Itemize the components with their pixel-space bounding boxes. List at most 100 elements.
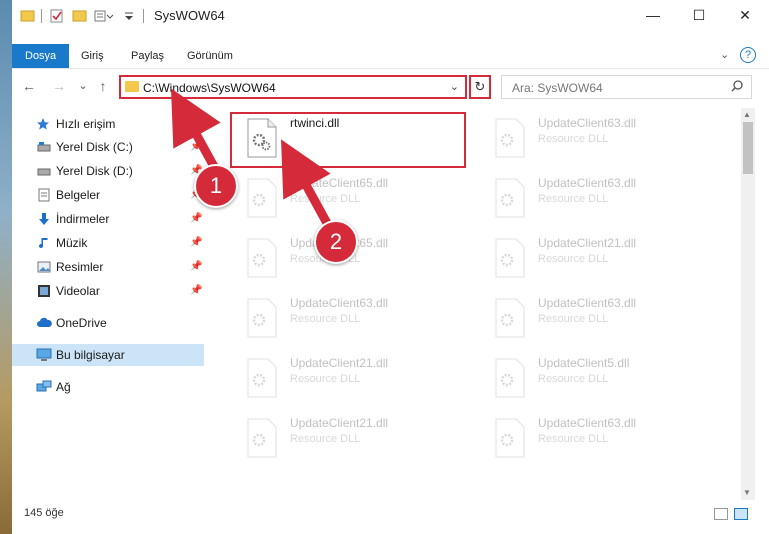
music-icon bbox=[39, 238, 48, 249]
file-item[interactable]: UpdateClient63.dll Resource DLL bbox=[480, 412, 710, 462]
scroll-up-icon[interactable]: ▲ bbox=[743, 110, 751, 119]
file-type: Resource DLL bbox=[538, 373, 609, 385]
minimize-button[interactable]: — bbox=[630, 0, 676, 31]
address-dropdown-icon[interactable]: ⌄ bbox=[450, 80, 459, 93]
sidebar-item-label: Hızlı erişim bbox=[56, 117, 116, 131]
sidebar-item-downloads[interactable]: İndirmeler 📌 bbox=[12, 208, 204, 230]
sidebar-item-onedrive[interactable]: OneDrive bbox=[12, 312, 204, 334]
pin-icon[interactable]: 📌 bbox=[190, 232, 202, 254]
customize-toolbar-icon[interactable] bbox=[94, 8, 114, 24]
refresh-button[interactable]: ↻ bbox=[469, 75, 491, 99]
up-button[interactable]: ↑ bbox=[94, 77, 112, 95]
ribbon-tabs: Dosya Giriş Paylaş Görünüm ⌄ ? bbox=[12, 44, 769, 69]
recent-locations-button[interactable]: ⌄ bbox=[74, 77, 92, 95]
ribbon-expand-icon[interactable]: ⌄ bbox=[720, 48, 729, 61]
large-icons-view-icon[interactable] bbox=[734, 508, 748, 520]
details-view-icon[interactable] bbox=[714, 508, 728, 520]
sidebar-item-videos[interactable]: Videolar 📌 bbox=[12, 280, 204, 302]
search-box[interactable]: Ara: SysWOW64 bbox=[501, 75, 752, 99]
file-item[interactable]: UpdateClient63.dll Resource DLL bbox=[232, 292, 462, 342]
file-item[interactable]: UpdateClient21.dll Resource DLL bbox=[480, 232, 710, 282]
sidebar-item-network[interactable]: Ağ bbox=[12, 376, 204, 398]
pictures-icon bbox=[37, 261, 51, 273]
file-item[interactable]: UpdateClient21.dll Resource DLL bbox=[232, 352, 462, 402]
maximize-button[interactable]: ☐ bbox=[676, 0, 722, 31]
file-type: Resource DLL bbox=[290, 373, 361, 385]
help-icon[interactable]: ? bbox=[740, 47, 756, 63]
navigation-pane: Hızlı erişim Yerel Disk (C:) 📌 Yerel Dis… bbox=[12, 108, 206, 500]
dll-file-icon bbox=[495, 238, 525, 278]
new-folder-icon[interactable] bbox=[72, 8, 88, 24]
sidebar-item-quick-access[interactable]: Hızlı erişim bbox=[12, 113, 204, 135]
item-count: 145 öğe bbox=[24, 507, 64, 519]
sidebar-item-this-pc[interactable]: Bu bilgisayar bbox=[12, 344, 204, 366]
dll-file-icon bbox=[247, 358, 277, 398]
scrollbar-thumb[interactable] bbox=[743, 122, 753, 174]
dll-file-icon bbox=[495, 418, 525, 458]
file-type: Resource DLL bbox=[538, 253, 609, 265]
file-item[interactable]: UpdateClient63.dll Resource DLL bbox=[480, 112, 710, 162]
back-button[interactable]: ← bbox=[20, 77, 38, 95]
sidebar-item-label: Bu bilgisayar bbox=[56, 348, 125, 362]
sidebar-item-label: Belgeler bbox=[56, 188, 101, 202]
folder-icon bbox=[125, 81, 139, 92]
star-icon bbox=[37, 118, 49, 130]
file-name: UpdateClient5.dll bbox=[538, 356, 630, 370]
sidebar-item-pictures[interactable]: Resimler 📌 bbox=[12, 256, 204, 278]
search-placeholder: Ara: SysWOW64 bbox=[512, 81, 603, 95]
tab-file[interactable]: Dosya bbox=[12, 44, 70, 68]
sidebar-item-disk-c[interactable]: Yerel Disk (C:) 📌 bbox=[12, 136, 204, 158]
explorer-window: SysWOW64 — ☐ ✕ Dosya Giriş Paylaş Görünü… bbox=[12, 0, 769, 534]
address-toolbar: ← → ⌄ ↑ C:\Windows\SysWOW64 ⌄ ↻ Ara: Sys… bbox=[12, 73, 769, 101]
close-button[interactable]: ✕ bbox=[722, 0, 768, 31]
file-item[interactable]: UpdateClient65.dll Resource DLL bbox=[232, 172, 462, 222]
drive-icon bbox=[37, 142, 51, 152]
dll-file-icon bbox=[495, 358, 525, 398]
video-icon bbox=[38, 285, 50, 297]
properties-icon[interactable] bbox=[49, 8, 65, 24]
file-name: UpdateClient21.dll bbox=[290, 416, 389, 430]
vertical-scrollbar[interactable]: ▲ ▼ bbox=[741, 108, 755, 500]
drive-icon bbox=[37, 168, 51, 176]
pin-icon[interactable]: 📌 bbox=[190, 136, 202, 158]
sidebar-item-disk-d[interactable]: Yerel Disk (D:) 📌 bbox=[12, 160, 204, 182]
file-type: Resource DLL bbox=[290, 313, 361, 325]
download-icon bbox=[39, 213, 49, 225]
address-bar[interactable]: C:\Windows\SysWOW64 ⌄ bbox=[119, 75, 467, 99]
file-item[interactable]: UpdateClient21.dll Resource DLL bbox=[232, 412, 462, 462]
dll-file-icon bbox=[247, 238, 277, 278]
scroll-down-icon[interactable]: ▼ bbox=[743, 488, 751, 497]
pin-icon[interactable]: 📌 bbox=[190, 256, 202, 278]
file-name: UpdateClient63.dll bbox=[290, 296, 389, 310]
dll-file-icon bbox=[247, 418, 277, 458]
file-name: UpdateClient63.dll bbox=[538, 416, 637, 430]
pin-icon[interactable]: 📌 bbox=[190, 280, 202, 302]
sidebar-item-documents[interactable]: Belgeler 📌 bbox=[12, 184, 204, 206]
network-icon bbox=[36, 380, 52, 392]
file-type: Resource DLL bbox=[538, 313, 609, 325]
file-type: Resource DLL bbox=[290, 193, 361, 205]
sidebar-item-label: Müzik bbox=[56, 236, 88, 250]
file-name: UpdateClient65.dll bbox=[290, 176, 389, 190]
sidebar-item-label: Yerel Disk (C:) bbox=[56, 140, 133, 154]
tab-home[interactable]: Giriş bbox=[81, 44, 104, 68]
folder-icon[interactable] bbox=[20, 8, 36, 24]
quick-access-dropdown-icon[interactable] bbox=[123, 8, 135, 24]
file-item[interactable]: UpdateClient5.dll Resource DLL bbox=[480, 352, 710, 402]
sidebar-item-label: Ağ bbox=[56, 380, 71, 394]
status-bar: 145 öğe bbox=[12, 504, 769, 526]
file-item[interactable]: UpdateClient63.dll Resource DLL bbox=[480, 172, 710, 222]
search-icon[interactable] bbox=[731, 80, 743, 92]
file-item[interactable]: UpdateClient63.dll Resource DLL bbox=[480, 292, 710, 342]
sidebar-item-label: İndirmeler bbox=[56, 212, 110, 226]
documents-icon bbox=[38, 188, 50, 202]
forward-button[interactable]: → bbox=[50, 77, 68, 95]
sidebar-item-music[interactable]: Müzik 📌 bbox=[12, 232, 204, 254]
tab-view[interactable]: Görünüm bbox=[187, 44, 233, 68]
address-path: C:\Windows\SysWOW64 bbox=[143, 81, 276, 95]
dll-file-icon bbox=[247, 298, 277, 338]
window-title: SysWOW64 bbox=[154, 8, 225, 23]
tab-share[interactable]: Paylaş bbox=[131, 44, 164, 68]
pin-icon[interactable]: 📌 bbox=[190, 208, 202, 230]
file-name: UpdateClient21.dll bbox=[538, 236, 637, 250]
